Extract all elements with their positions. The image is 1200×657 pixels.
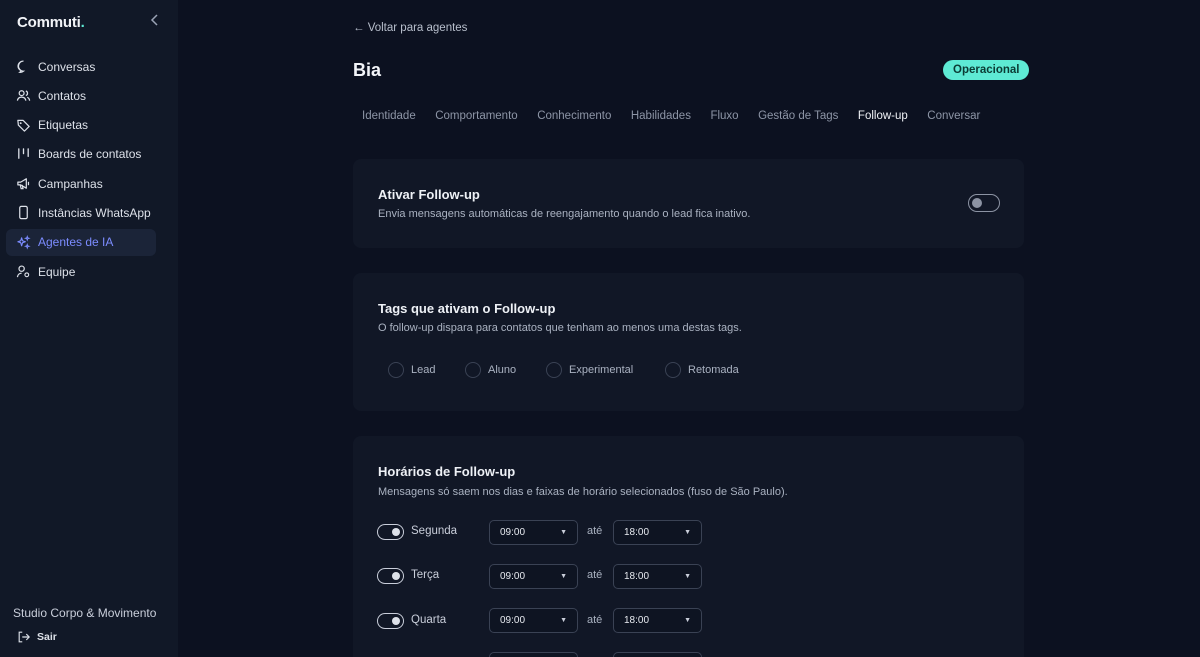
card-description: Envia mensagens automáticas de reengajam… xyxy=(378,208,751,220)
sidebar-item-label: Conversas xyxy=(38,59,96,74)
sidebar: Commuti. Conversas Contatos Etiquetas Bo… xyxy=(0,0,178,657)
chevron-down-icon: ▼ xyxy=(560,617,567,624)
day-label-terca: Terça xyxy=(411,569,440,581)
tag-option-experimental[interactable]: Experimental xyxy=(546,362,633,378)
followup-activation-card: Ativar Follow-up Envia mensagens automát… xyxy=(353,159,1024,248)
radio-circle[interactable] xyxy=(665,362,681,378)
toggle-knob xyxy=(392,571,400,580)
sidebar-item-label: Campanhas xyxy=(38,176,103,191)
day-label-quarta: Quarta xyxy=(411,614,447,626)
sidebar-item-label: Instâncias WhatsApp xyxy=(38,205,151,220)
chevron-down-icon: ▼ xyxy=(560,573,567,580)
card-description: O follow-up dispara para contatos que te… xyxy=(378,322,742,334)
tags-card: Tags que ativam o Follow-up O follow-up … xyxy=(353,273,1024,411)
tab-conversar[interactable]: Conversar xyxy=(927,110,980,122)
select-value: 09:00 xyxy=(500,571,526,582)
sidebar-item-agentes-de-ia[interactable]: Agentes de IA xyxy=(6,228,156,256)
users-icon xyxy=(16,90,31,102)
toggle-knob xyxy=(972,197,982,208)
sidebar-item-label: Equipe xyxy=(38,264,76,279)
tag-label: Aluno xyxy=(488,364,517,376)
sidebar-item-etiquetas[interactable]: Etiquetas xyxy=(6,112,156,139)
select-value: 09:00 xyxy=(500,615,526,626)
chevron-down-icon: ▼ xyxy=(684,617,691,624)
end-time-select-next[interactable] xyxy=(613,652,702,657)
app-logo[interactable]: Commuti. xyxy=(17,14,85,31)
tag-label: Lead xyxy=(411,364,436,376)
tab-fluxo[interactable]: Fluxo xyxy=(710,110,738,122)
radio-circle[interactable] xyxy=(388,362,404,378)
tag-label: Retomada xyxy=(688,364,739,376)
sidebar-item-label: Agentes de IA xyxy=(38,235,114,250)
select-value: 18:00 xyxy=(624,615,650,626)
chevron-down-icon: ▼ xyxy=(560,529,567,536)
workspace-name: Studio Corpo & Movimento xyxy=(13,606,157,620)
sidebar-item-campanhas[interactable]: Campanhas xyxy=(6,170,156,197)
phone-icon xyxy=(19,206,28,220)
tag-option-retomada[interactable]: Retomada xyxy=(665,362,739,378)
start-time-select-next[interactable] xyxy=(489,652,578,657)
select-value: 18:00 xyxy=(624,571,650,582)
card-title: Horários de Follow-up xyxy=(378,464,516,479)
start-time-select-quarta[interactable]: 09:00 ▼ xyxy=(489,608,578,633)
logout-icon xyxy=(18,631,30,643)
range-separator: até xyxy=(587,525,603,537)
page-title: Bia xyxy=(353,60,382,80)
schedule-card: Horários de Follow-up Mensagens só saem … xyxy=(353,436,1024,657)
end-time-select-segunda[interactable]: 18:00 ▼ xyxy=(613,520,702,545)
user-cog-icon xyxy=(16,265,30,278)
day-toggle-quarta[interactable] xyxy=(377,613,404,629)
tab-gestao-de-tags[interactable]: Gestão de Tags xyxy=(758,110,838,122)
toggle-knob xyxy=(392,527,400,536)
card-description: Mensagens só saem nos dias e faixas de h… xyxy=(378,486,788,498)
collapse-sidebar-chevron-left-icon[interactable] xyxy=(148,14,162,30)
toggle-knob xyxy=(392,616,400,625)
back-to-agents-link[interactable]: ← Voltar para agentes xyxy=(353,22,467,34)
followup-enable-toggle[interactable] xyxy=(968,194,1000,212)
select-value: 18:00 xyxy=(624,527,650,538)
sidebar-item-boards-de-contatos[interactable]: Boards de contatos xyxy=(6,141,156,168)
day-toggle-segunda[interactable] xyxy=(377,524,404,540)
range-separator: até xyxy=(587,614,603,626)
radio-circle[interactable] xyxy=(465,362,481,378)
chevron-down-icon: ▼ xyxy=(684,573,691,580)
tab-follow-up[interactable]: Follow-up xyxy=(858,110,908,122)
end-time-select-quarta[interactable]: 18:00 ▼ xyxy=(613,608,702,633)
day-label-segunda: Segunda xyxy=(411,525,458,537)
day-toggle-terca[interactable] xyxy=(377,568,404,584)
tag-option-lead[interactable]: Lead xyxy=(388,362,435,378)
tab-identidade[interactable]: Identidade xyxy=(362,110,416,122)
start-time-select-terca[interactable]: 09:00 ▼ xyxy=(489,564,578,589)
sidebar-item-equipe[interactable]: Equipe xyxy=(6,258,156,285)
sidebar-nav: Conversas Contatos Etiquetas Boards de c… xyxy=(6,53,156,287)
sidebar-item-instancias-whatsapp[interactable]: Instâncias WhatsApp xyxy=(6,199,156,226)
tab-comportamento[interactable]: Comportamento xyxy=(435,110,517,122)
megaphone-icon xyxy=(17,178,30,190)
sidebar-item-contatos[interactable]: Contatos xyxy=(6,82,156,109)
tab-habilidades[interactable]: Habilidades xyxy=(631,110,691,122)
card-title: Ativar Follow-up xyxy=(378,187,480,202)
select-value: 09:00 xyxy=(500,527,526,538)
card-title: Tags que ativam o Follow-up xyxy=(378,301,556,316)
tab-bar: Identidade Comportamento Conhecimento Ha… xyxy=(362,110,1000,122)
radio-circle[interactable] xyxy=(546,362,562,378)
end-time-select-terca[interactable]: 18:00 ▼ xyxy=(613,564,702,589)
tag-option-aluno[interactable]: Aluno xyxy=(465,362,516,378)
status-badge: Operacional xyxy=(943,60,1030,80)
sidebar-item-label: Contatos xyxy=(38,88,87,103)
tab-conhecimento[interactable]: Conhecimento xyxy=(537,110,611,122)
logout-button[interactable]: Sair xyxy=(17,630,57,644)
sidebar-item-label: Boards de contatos xyxy=(38,147,142,162)
tag-label: Experimental xyxy=(569,364,634,376)
start-time-select-segunda[interactable]: 09:00 ▼ xyxy=(489,520,578,545)
kanban-icon xyxy=(18,148,29,159)
tag-icon xyxy=(17,119,30,132)
sidebar-item-conversas[interactable]: Conversas xyxy=(6,53,156,80)
chat-bubble-icon xyxy=(17,60,26,73)
logout-label: Sair xyxy=(37,631,57,643)
sidebar-item-label: Etiquetas xyxy=(38,118,89,133)
range-separator: até xyxy=(587,569,603,581)
chevron-down-icon: ▼ xyxy=(684,529,691,536)
sparkles-icon xyxy=(17,234,31,250)
